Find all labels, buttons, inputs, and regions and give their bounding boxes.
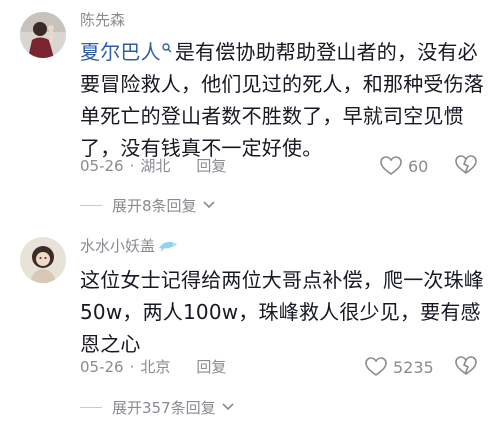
comment-meta: 05-26 · 北京 回复 (80, 355, 226, 379)
username[interactable]: 水水小妖盖 (80, 236, 178, 256)
like-count: 5235 (393, 357, 434, 377)
dislike-button[interactable] (455, 356, 477, 378)
meta-separator: · (129, 358, 135, 376)
avatar[interactable] (20, 237, 66, 283)
comment-text: 夏尔巴人 是有偿协助帮助登山者的，没有必要冒险救人，他们见过的死人，和那种受伤落单… (80, 36, 485, 164)
dolphin-icon (159, 241, 178, 252)
username-text: 水水小妖盖 (80, 237, 156, 255)
username[interactable]: 陈先森 (80, 10, 125, 30)
like-count: 60 (408, 156, 429, 176)
mention-link[interactable]: 夏尔巴人 (80, 40, 161, 64)
chevron-down-icon (202, 201, 215, 209)
search-icon[interactable] (162, 43, 172, 53)
avatar-photo-icon (20, 12, 66, 58)
expand-replies-label: 展开357条回复 (112, 398, 216, 417)
chevron-down-icon (222, 403, 234, 411)
comment-meta: 05-26 · 湖北 回复 (80, 154, 226, 178)
expand-replies-button[interactable]: 展开357条回复 (80, 395, 234, 419)
comment-date: 05-26 (80, 358, 124, 376)
comment-text: 这位女士记得给两位大哥点补偿，爬一次珠峰50w，两人100w，珠峰救人很少见，要… (80, 268, 484, 356)
divider-line (80, 406, 102, 408)
meta-separator: · (129, 157, 135, 175)
broken-heart-icon (455, 356, 477, 375)
avatar-photo-icon (20, 237, 66, 283)
divider-line (80, 204, 102, 206)
like-button[interactable]: 5235 (365, 355, 434, 379)
heart-icon (380, 156, 402, 175)
expand-replies-label: 展开8条回复 (112, 196, 197, 215)
avatar[interactable] (20, 12, 66, 58)
heart-icon (365, 357, 387, 376)
comment-location: 湖北 (140, 157, 171, 175)
expand-replies-button[interactable]: 展开8条回复 (80, 193, 215, 217)
like-button[interactable]: 60 (380, 154, 428, 178)
broken-heart-icon (455, 155, 477, 174)
comment-item: 水水小妖盖 这位女士记得给两位大哥点补偿，爬一次珠峰50w，两人100w，珠峰救… (0, 215, 500, 427)
comment-item: 陈先森 夏尔巴人 是有偿协助帮助登山者的，没有必要冒险救人，他们见过的死人，和那种… (0, 0, 500, 215)
reply-button[interactable]: 回复 (196, 358, 226, 376)
comment-location: 北京 (140, 358, 171, 376)
dislike-button[interactable] (455, 155, 477, 177)
reply-button[interactable]: 回复 (196, 157, 226, 175)
comment-date: 05-26 (80, 157, 124, 175)
